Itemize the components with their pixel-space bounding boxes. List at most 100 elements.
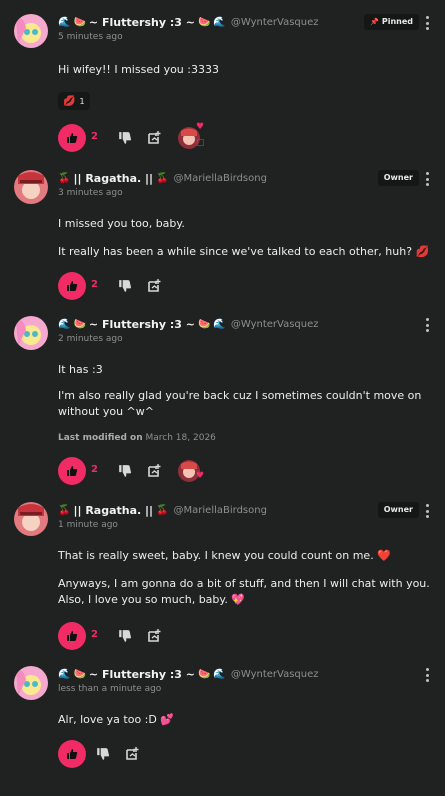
message-text: I missed you too, baby. xyxy=(58,217,185,230)
more-options-icon[interactable] xyxy=(425,318,429,332)
thumbs-up-icon xyxy=(67,749,78,759)
avatar-fluttershy[interactable] xyxy=(14,14,48,48)
like-count: 2 xyxy=(91,131,98,142)
wave-icon: 🌊 xyxy=(213,318,226,330)
message-text: I'm also really glad you're back cuz I s… xyxy=(58,389,422,418)
reply-icon[interactable] xyxy=(146,130,162,146)
thumbs-up-icon xyxy=(67,281,78,291)
like-button[interactable] xyxy=(58,457,86,485)
reply-icon[interactable] xyxy=(146,463,162,479)
username[interactable]: @WynterVasquez xyxy=(231,319,319,330)
watermelon-icon: 🍉 xyxy=(197,16,211,28)
comment-post: 🌊 🍉 ~ Fluttershy :3 ~ 🍉 🌊 @WynterVasquez… xyxy=(0,14,445,164)
pinned-badge: 📌 Pinned xyxy=(364,14,419,30)
reply-icon[interactable] xyxy=(146,628,162,644)
post-header: 🌊 🍉 ~ Fluttershy :3 ~ 🍉 🌊 @WynterVasquez xyxy=(58,668,405,684)
timestamp: less than a minute ago xyxy=(58,684,162,694)
display-name-text: ~ Fluttershy :3 ~ xyxy=(88,16,195,29)
username[interactable]: @WynterVasquez xyxy=(231,669,319,680)
message-text: Alr, love ya too :D 💕 xyxy=(58,713,175,726)
wave-icon: 🌊 xyxy=(58,318,71,330)
comment-post: 🍒 || Ragatha. || 🍒 @MariellaBirdsong Own… xyxy=(0,170,445,310)
heart-icon: ♥ xyxy=(196,471,205,481)
display-name-text: ~ Fluttershy :3 ~ xyxy=(88,668,195,681)
reaction-chip[interactable]: 💋 1 xyxy=(58,92,90,110)
cherry-icon: 🍒 xyxy=(156,172,169,184)
last-modified-date: March 18, 2026 xyxy=(145,433,216,443)
watermelon-icon: 🍉 xyxy=(73,318,86,330)
owner-badge: Owner xyxy=(377,170,419,186)
like-count: 2 xyxy=(91,464,98,475)
thumbs-down-icon[interactable] xyxy=(118,279,132,293)
display-name[interactable]: 🌊 🍉 ~ Fluttershy :3 ~ 🍉 🌊 @WynterVasquez xyxy=(58,318,319,331)
display-name[interactable]: 🌊 🍉 ~ Fluttershy :3 ~ 🍉 🌊 @WynterVasquez xyxy=(58,16,319,29)
avatar-ragatha[interactable] xyxy=(14,502,48,536)
kiss-icon: 💋 xyxy=(63,95,76,107)
timestamp: 1 minute ago xyxy=(58,520,118,530)
watermelon-icon: 🍉 xyxy=(197,318,211,330)
action-bar: 2 xyxy=(58,272,258,300)
message-text: It really has been a while since we've t… xyxy=(58,245,430,258)
pin-icon: 📌 xyxy=(370,18,380,26)
timestamp: 3 minutes ago xyxy=(58,188,123,198)
username[interactable]: @MariellaBirdsong xyxy=(174,505,267,516)
cherry-icon: 🍒 xyxy=(58,172,71,184)
timestamp: 2 minutes ago xyxy=(58,334,123,344)
more-options-icon[interactable] xyxy=(425,668,429,682)
pinned-label: Pinned xyxy=(381,17,413,26)
username[interactable]: @MariellaBirdsong xyxy=(174,173,267,184)
display-name[interactable]: 🍒 || Ragatha. || 🍒 @MariellaBirdsong xyxy=(58,504,267,517)
thumbs-up-icon xyxy=(67,631,78,641)
comment-post: 🌊 🍉 ~ Fluttershy :3 ~ 🍉 🌊 @WynterVasquez… xyxy=(0,316,445,491)
like-button[interactable] xyxy=(58,622,86,650)
last-modified: Last modified on March 18, 2026 xyxy=(58,433,216,443)
post-header: 🌊 🍉 ~ Fluttershy :3 ~ 🍉 🌊 @WynterVasquez xyxy=(58,318,405,334)
like-button[interactable] xyxy=(58,272,86,300)
watermelon-icon: 🍉 xyxy=(73,668,86,680)
more-options-icon[interactable] xyxy=(425,172,429,186)
display-name[interactable]: 🍒 || Ragatha. || 🍒 @MariellaBirdsong xyxy=(58,172,267,185)
wave-icon: 🌊 xyxy=(213,668,226,680)
display-name-text: || Ragatha. || xyxy=(73,504,154,517)
message-text: Anyways, I am gonna do a bit of stuff, a… xyxy=(58,577,430,606)
post-header: 🍒 || Ragatha. || 🍒 @MariellaBirdsong xyxy=(58,504,405,520)
post-header: 🌊 🍉 ~ Fluttershy :3 ~ 🍉 🌊 @WynterVasquez xyxy=(58,16,405,32)
thumbs-down-icon[interactable] xyxy=(118,629,132,643)
action-bar: 2 ♥ xyxy=(58,457,258,485)
cherry-icon: 🍒 xyxy=(156,504,169,516)
heart-icon: ♥ xyxy=(196,122,205,132)
comment-post: 🍒 || Ragatha. || 🍒 @MariellaBirdsong Own… xyxy=(0,502,445,652)
avatar-ragatha[interactable] xyxy=(14,170,48,204)
message-text: Hi wifey!! I missed you :3333 xyxy=(58,63,219,76)
display-name-text: || Ragatha. || xyxy=(73,172,154,185)
watermelon-icon: 🍉 xyxy=(73,16,86,28)
wave-icon: 🌊 xyxy=(58,668,71,680)
message-text: That is really sweet, baby. I knew you c… xyxy=(58,549,391,562)
display-name[interactable]: 🌊 🍉 ~ Fluttershy :3 ~ 🍉 🌊 @WynterVasquez xyxy=(58,668,319,681)
comment-post: 🌊 🍉 ~ Fluttershy :3 ~ 🍉 🌊 @WynterVasquez… xyxy=(0,666,445,786)
like-button[interactable] xyxy=(58,740,86,768)
timestamp: 5 minutes ago xyxy=(58,32,123,42)
thumbs-down-icon[interactable] xyxy=(118,131,132,145)
wave-icon: 🌊 xyxy=(213,16,226,28)
more-options-icon[interactable] xyxy=(425,16,429,30)
display-name-text: ~ Fluttershy :3 ~ xyxy=(88,318,195,331)
action-bar: 2 ♥ ▢ xyxy=(58,122,258,152)
reaction-count: 1 xyxy=(79,96,85,106)
cherry-icon: 🍒 xyxy=(58,504,71,516)
avatar-fluttershy[interactable] xyxy=(14,666,48,700)
thumbs-up-icon xyxy=(67,466,78,476)
username[interactable]: @WynterVasquez xyxy=(231,17,319,28)
last-modified-label: Last modified on xyxy=(58,433,143,443)
like-button[interactable] xyxy=(58,124,86,152)
message-text: It has :3 xyxy=(58,363,103,376)
more-options-icon[interactable] xyxy=(425,504,429,518)
comment-bubble-icon: ▢ xyxy=(196,138,205,148)
avatar-fluttershy[interactable] xyxy=(14,316,48,350)
thumbs-down-icon[interactable] xyxy=(96,747,110,761)
thumbs-down-icon[interactable] xyxy=(118,464,132,478)
action-bar: 2 xyxy=(58,622,258,650)
reply-icon[interactable] xyxy=(146,278,162,294)
reply-icon[interactable] xyxy=(124,746,140,762)
post-header: 🍒 || Ragatha. || 🍒 @MariellaBirdsong xyxy=(58,172,405,188)
